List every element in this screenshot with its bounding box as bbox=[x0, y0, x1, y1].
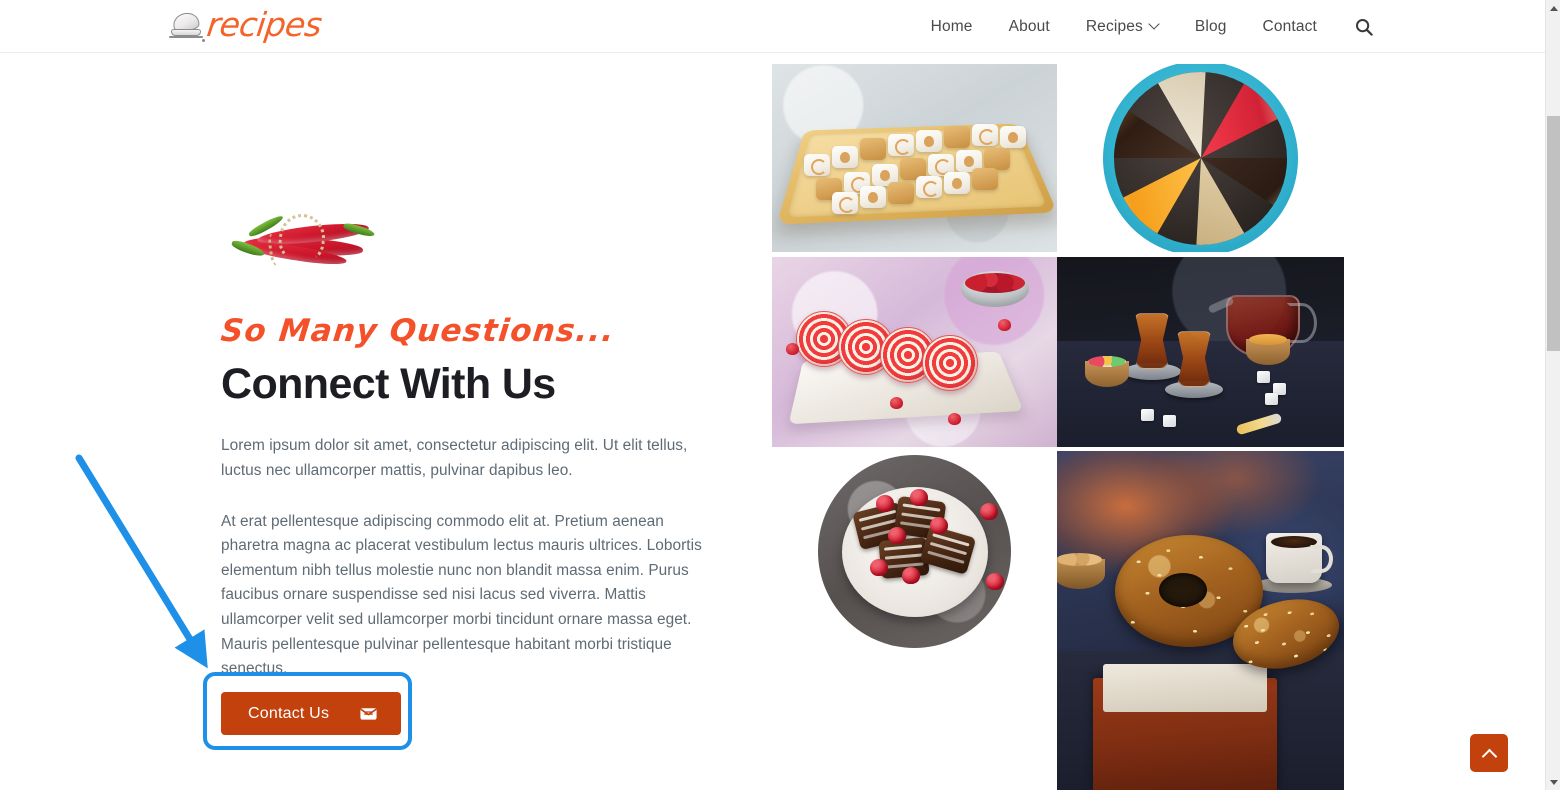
nav-item-recipes[interactable]: Recipes bbox=[1068, 18, 1177, 36]
gallery-image-cake-slices[interactable] bbox=[1057, 64, 1344, 252]
brand-name: recipes bbox=[205, 8, 323, 44]
chevron-up-icon bbox=[1483, 747, 1496, 760]
envelope-icon bbox=[359, 704, 378, 723]
chef-hat-icon bbox=[169, 9, 205, 43]
gallery-image-turkish-delight[interactable] bbox=[772, 64, 1057, 252]
gallery-image-chocolate-crepes[interactable] bbox=[772, 451, 1057, 651]
gallery-row-3 bbox=[772, 447, 1344, 790]
connect-section: So Many Questions... Connect With Us Lor… bbox=[221, 200, 721, 682]
contact-us-button[interactable]: Contact Us bbox=[221, 692, 401, 735]
body-paragraph-2: At erat pellentesque adipiscing commodo … bbox=[221, 510, 713, 682]
nav-item-recipes-label: Recipes bbox=[1086, 18, 1143, 36]
nav-item-blog[interactable]: Blog bbox=[1177, 18, 1245, 36]
chili-peppers-decoration bbox=[229, 200, 381, 278]
nav-item-contact-label: Contact bbox=[1263, 18, 1317, 36]
contact-us-button-label: Contact Us bbox=[248, 706, 329, 722]
scroll-up-arrow-icon[interactable] bbox=[1546, 0, 1560, 16]
back-to-top-button[interactable] bbox=[1470, 734, 1508, 772]
body-paragraph-1: Lorem ipsum dolor sit amet, consectetur … bbox=[221, 434, 713, 483]
browser-viewport: recipes Home About Recipes Blog Contact bbox=[0, 0, 1545, 790]
gallery-image-roll-cake[interactable] bbox=[772, 257, 1057, 447]
nav-item-home-label: Home bbox=[931, 18, 973, 36]
site-header: recipes Home About Recipes Blog Contact bbox=[0, 0, 1545, 53]
food-photo-gallery bbox=[772, 64, 1344, 790]
cta-container: Contact Us bbox=[221, 692, 401, 735]
main-navigation: Home About Recipes Blog Contact bbox=[913, 0, 1377, 53]
page-title: Connect With Us bbox=[221, 360, 721, 408]
gallery-row-1 bbox=[772, 64, 1344, 252]
gallery-row-2 bbox=[772, 252, 1344, 447]
vertical-scrollbar[interactable] bbox=[1545, 0, 1560, 790]
nav-item-about[interactable]: About bbox=[991, 18, 1068, 36]
nav-item-blog-label: Blog bbox=[1195, 18, 1227, 36]
scroll-down-arrow-icon[interactable] bbox=[1546, 774, 1560, 790]
scrollbar-thumb[interactable] bbox=[1547, 116, 1560, 351]
chevron-down-icon bbox=[1150, 20, 1159, 29]
gallery-image-simit-bread[interactable] bbox=[1057, 451, 1344, 790]
nav-item-contact[interactable]: Contact bbox=[1245, 18, 1335, 36]
section-eyebrow: So Many Questions... bbox=[219, 314, 723, 348]
search-icon[interactable] bbox=[1351, 14, 1377, 40]
page-root: recipes Home About Recipes Blog Contact bbox=[0, 0, 1560, 790]
gallery-image-turkish-tea[interactable] bbox=[1057, 257, 1344, 447]
nav-item-about-label: About bbox=[1009, 18, 1050, 36]
brand-logo[interactable]: recipes bbox=[169, 8, 321, 44]
nav-item-home[interactable]: Home bbox=[913, 18, 991, 36]
